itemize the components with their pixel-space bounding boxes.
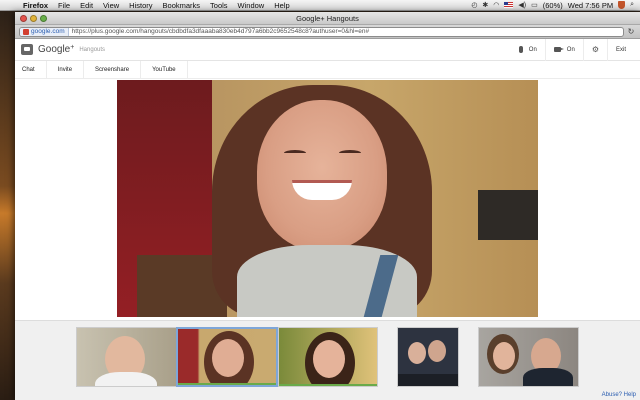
hangouts-header: Google+ Hangouts On On ⚙ Exit <box>15 38 640 61</box>
title-bar: Google+ Hangouts <box>15 12 640 25</box>
bluetooth-icon[interactable]: ✱ <box>482 1 488 9</box>
video-stage <box>15 80 640 320</box>
hangout-toolbar: Chat Invite Screenshare YouTube <box>15 60 640 79</box>
menu-view[interactable]: View <box>98 1 124 10</box>
battery-percentage: (60%) <box>542 0 563 10</box>
shield-icon[interactable] <box>618 1 626 9</box>
url-text: https://plus.google.com/hangouts/cbdbdfa… <box>71 28 370 35</box>
abuse-help-link[interactable]: Abuse? Help <box>602 392 636 398</box>
exit-button[interactable]: Exit <box>606 38 634 61</box>
participant-thumbnail[interactable] <box>478 327 579 387</box>
zoom-icon[interactable] <box>40 14 47 22</box>
menu-edit[interactable]: Edit <box>75 1 98 10</box>
menu-window[interactable]: Window <box>233 1 270 10</box>
google-plus-brand: Google+ <box>38 44 75 55</box>
hangouts-logo-icon <box>21 44 33 55</box>
navigation-bar: google.com https://plus.google.com/hango… <box>15 25 640 39</box>
reload-icon[interactable]: ↻ <box>626 27 636 36</box>
menu-file[interactable]: File <box>53 1 75 10</box>
mic-status: On <box>528 46 537 53</box>
favicon-icon <box>23 28 29 35</box>
spotlight-icon[interactable]: ⌕ <box>630 1 634 9</box>
call-controls: On On ⚙ Exit <box>511 38 634 61</box>
participant-thumbnail[interactable] <box>76 327 177 387</box>
chat-button[interactable]: Chat <box>15 60 47 79</box>
window-controls <box>15 14 47 22</box>
participant-thumbnail[interactable] <box>397 327 459 387</box>
window-title: Google+ Hangouts <box>296 13 359 23</box>
menu-bookmarks[interactable]: Bookmarks <box>158 1 206 10</box>
participant-thumbnail[interactable] <box>278 327 378 387</box>
participant-thumbnail-selected[interactable] <box>176 327 278 387</box>
menu-app-name[interactable]: Firefox <box>18 1 53 10</box>
mic-toggle[interactable]: On <box>511 39 545 61</box>
battery-icon[interactable]: ▭ <box>531 1 538 9</box>
minimize-icon[interactable] <box>30 14 37 22</box>
exit-label: Exit <box>615 46 626 53</box>
gear-icon: ⚙ <box>591 45 599 54</box>
participant-filmstrip: Abuse? Help <box>15 320 640 400</box>
clock[interactable]: Wed 7:56 PM <box>568 1 613 10</box>
settings-button[interactable]: ⚙ <box>582 38 607 61</box>
menu-bar: Firefox File Edit View History Bookmarks… <box>0 0 640 11</box>
menu-history[interactable]: History <box>124 1 157 10</box>
url-bar[interactable]: google.com https://plus.google.com/hango… <box>19 26 624 37</box>
time-machine-icon[interactable]: ◴ <box>471 1 477 9</box>
microphone-icon <box>518 46 523 53</box>
invite-button[interactable]: Invite <box>47 60 85 79</box>
screenshare-button[interactable]: Screenshare <box>84 60 142 79</box>
camera-icon <box>553 47 564 52</box>
menu-tools[interactable]: Tools <box>205 1 233 10</box>
wifi-icon[interactable]: ◠ <box>493 1 499 9</box>
menu-help[interactable]: Help <box>269 1 294 10</box>
camera-toggle[interactable]: On <box>544 38 583 61</box>
volume-icon[interactable]: ◀) <box>518 1 526 9</box>
input-flag-icon[interactable] <box>504 2 514 8</box>
site-domain: google.com <box>31 28 65 35</box>
browser-window: Google+ Hangouts google.com https://plus… <box>15 12 640 400</box>
site-identity-button[interactable]: google.com <box>20 27 69 36</box>
youtube-button[interactable]: YouTube <box>141 60 188 79</box>
main-video <box>117 80 538 317</box>
close-icon[interactable] <box>20 14 27 22</box>
hangouts-label: Hangouts <box>79 46 106 53</box>
camera-status: On <box>566 46 575 53</box>
